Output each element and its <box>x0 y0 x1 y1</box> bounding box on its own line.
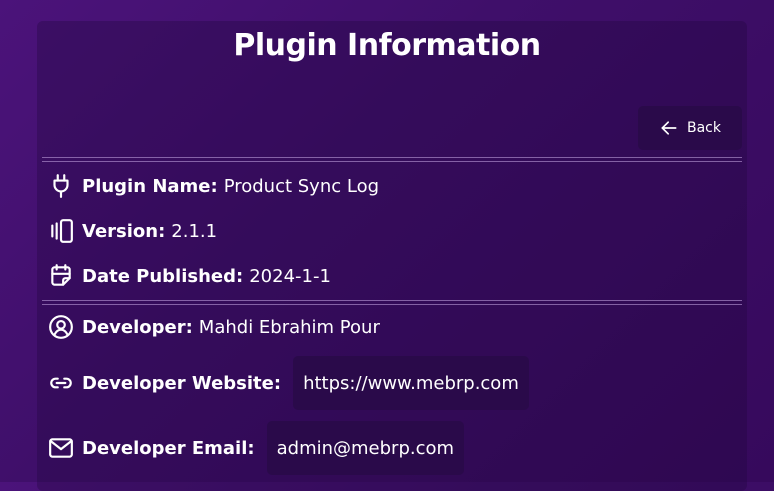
mail-icon <box>46 433 76 463</box>
divider-top <box>42 157 742 162</box>
version-row: Version: 2.1.1 <box>46 216 217 246</box>
version-value: 2.1.1 <box>171 220 218 242</box>
developer-website-label: Developer Website: <box>82 372 282 394</box>
arrow-left-icon <box>661 121 677 135</box>
developer-email-label: Developer Email: <box>82 437 255 459</box>
back-button-label: Back <box>687 120 721 136</box>
user-circle-icon <box>46 312 76 342</box>
plug-icon <box>46 171 76 201</box>
version-label: Version: <box>82 220 166 242</box>
divider-middle <box>42 300 742 305</box>
date-published-row: Date Published: 2024-1-1 <box>46 261 331 291</box>
calendar-icon <box>46 261 76 291</box>
link-icon <box>46 368 76 398</box>
plugin-name-row: Plugin Name: Product Sync Log <box>46 171 379 201</box>
date-published-value: 2024-1-1 <box>249 265 331 287</box>
back-button[interactable]: Back <box>638 106 742 150</box>
developer-label: Developer: <box>82 316 193 338</box>
versions-icon <box>46 216 76 246</box>
developer-row: Developer: Mahdi Ebrahim Pour <box>46 312 380 342</box>
developer-value: Mahdi Ebrahim Pour <box>198 316 380 338</box>
developer-website-link[interactable]: https://www.mebrp.com <box>293 356 529 410</box>
developer-email-row: Developer Email: admin@mebrp.com <box>46 421 465 475</box>
page-title: Plugin Information <box>233 28 541 63</box>
developer-email-link[interactable]: admin@mebrp.com <box>266 421 465 475</box>
date-published-label: Date Published: <box>82 265 244 287</box>
plugin-name-label: Plugin Name: <box>82 175 218 197</box>
developer-website-row: Developer Website: https://www.mebrp.com <box>46 356 529 410</box>
plugin-name-value: Product Sync Log <box>223 175 380 197</box>
